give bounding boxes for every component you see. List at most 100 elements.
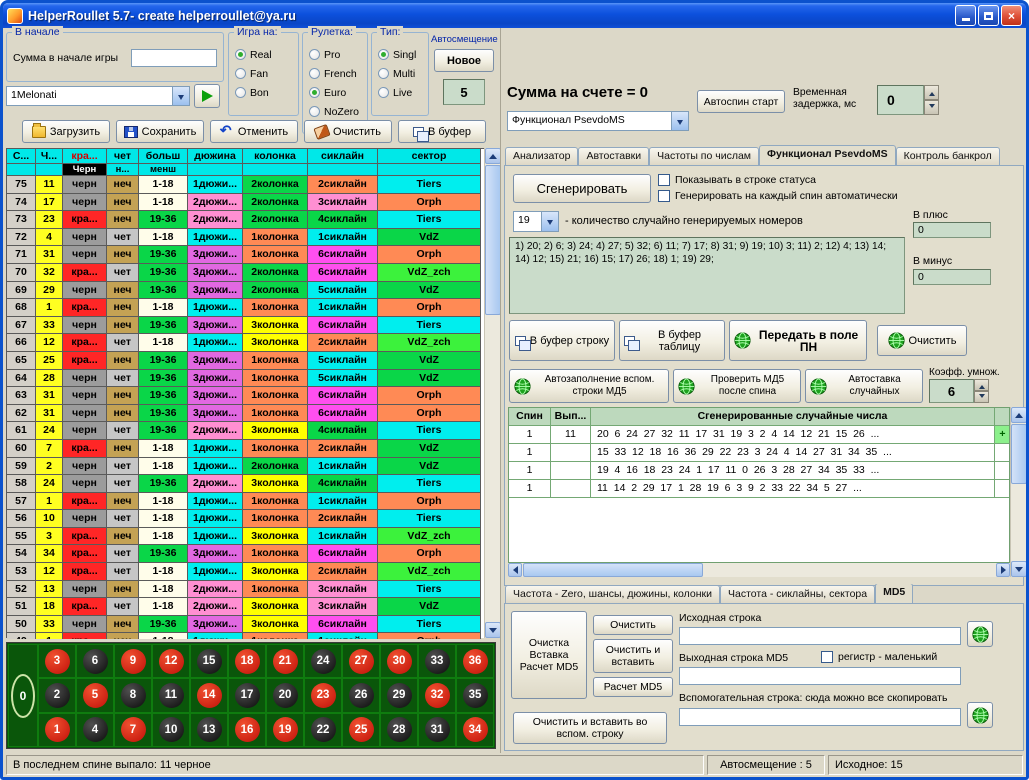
scroll-down-arrow[interactable] [1011,561,1027,577]
scroll-down-arrow[interactable] [485,622,501,638]
history-header-cell[interactable]: дюжина [188,149,243,164]
history-row[interactable]: 6428чернчет19-363дюжи...1колонка5сиклайн… [7,370,496,388]
history-row[interactable]: 7032кра...чет19-363дюжи...2колонка6сикла… [7,264,496,282]
combo-arrow-button[interactable] [172,87,189,105]
count-combo[interactable]: 19 [513,211,559,232]
radio-circle[interactable] [309,106,320,117]
board-cell-31[interactable]: 31 [418,713,456,747]
history-row[interactable]: 7131черннеч19-363дюжи...1колонка6сиклайн… [7,246,496,264]
autofill-md5-button[interactable]: Автозаполнение вспом. строки МД5 [509,369,669,403]
generated-table-vscrollbar[interactable] [1010,407,1026,577]
history-row[interactable]: 7323кра...неч19-362дюжи...2колонка4сикла… [7,211,496,229]
close-button[interactable]: × [1001,5,1022,26]
checkbox-autogenerate[interactable]: Генерировать на каждый спин автоматическ… [658,190,898,202]
checkbox-show-status[interactable]: Показывать в строке статуса [658,174,816,186]
radio-circle[interactable] [378,49,389,60]
freq-tab-3[interactable]: MD5 [875,584,913,603]
combo-arrow-button[interactable] [671,112,688,130]
checkbox-box[interactable] [658,174,670,186]
board-cell-17[interactable]: 17 [228,678,266,712]
scroll-thumb[interactable] [523,563,703,577]
freq-tab-2[interactable]: Частота - сиклайны, сектора [720,585,875,603]
board-cell-11[interactable]: 11 [152,678,190,712]
radio-circle[interactable] [235,49,246,60]
new-button[interactable]: Новое [434,49,494,72]
scroll-right-arrow[interactable] [996,563,1010,577]
radio-circle[interactable] [235,68,246,79]
radio-option-pro[interactable]: Pro [309,47,367,62]
history-subheader-cell[interactable] [36,164,63,176]
history-row[interactable]: 6124чернчет19-362дюжи...3колонка4сиклайн… [7,422,496,440]
md5-clear-paste-aux-button[interactable]: Очистить и вставить во вспом. строку [513,712,667,744]
history-row[interactable]: 6733черннеч19-363дюжи...3колонка6сиклайн… [7,317,496,335]
history-row[interactable]: 5033черннеч19-363дюжи...3колонка6сиклайн… [7,616,496,634]
history-row[interactable]: 5213черннеч1-182дюжи...1колонка3сиклайнT… [7,581,496,599]
md5-big-button[interactable]: Очистка Вставка Расчет MD5 [511,611,587,699]
board-cell-6[interactable]: 6 [76,644,114,678]
spin-up-button[interactable] [924,85,939,100]
transfer-button[interactable]: Передать в поле ПН [729,320,867,361]
preset-combo[interactable]: 1Melonati [6,86,190,106]
history-header-cell[interactable]: колонка [243,149,308,164]
radio-circle[interactable] [309,68,320,79]
history-row[interactable]: 5610чернчет1-181дюжи...1колонка2сиклайнT… [7,510,496,528]
gen-row[interactable]: 115 33 12 18 16 36 29 22 23 3 24 4 14 27… [509,444,1009,462]
history-subheader-cell[interactable]: Черн [63,164,107,176]
generated-table-hscrollbar[interactable] [508,563,1010,577]
board-cell-27[interactable]: 27 [342,644,380,678]
history-header-cell[interactable]: С... [7,149,36,164]
scroll-thumb[interactable] [485,165,501,315]
tab-4[interactable]: Функционал PsevdoMS [759,145,896,165]
board-cell-21[interactable]: 21 [266,644,304,678]
check-md5-button[interactable]: Проверить МД5 после спина [673,369,801,403]
scroll-left-arrow[interactable] [508,563,522,577]
minus-value[interactable]: 0 [913,269,991,285]
autospin-start-button[interactable]: Автоспин старт [697,90,785,113]
board-cell-34[interactable]: 34 [456,713,494,747]
history-subheader-cell[interactable] [378,164,481,176]
board-cell-33[interactable]: 33 [418,644,456,678]
board-cell-5[interactable]: 5 [76,678,114,712]
board-cell-30[interactable]: 30 [380,644,418,678]
md5-aux-globe-button[interactable] [967,702,993,728]
gen-row[interactable]: 111 14 2 29 17 1 28 19 6 3 9 2 33 22 34 … [509,480,1009,498]
board-cell-24[interactable]: 24 [304,644,342,678]
tab-1[interactable]: Анализатор [505,147,578,165]
spin-up-button[interactable] [974,379,989,391]
start-sum-input[interactable] [131,49,217,67]
history-subheader-cell[interactable] [243,164,308,176]
board-cell-13[interactable]: 13 [190,713,228,747]
board-cell-35[interactable]: 35 [456,678,494,712]
toolbar-undo-arrow-button[interactable]: Отменить [210,120,298,143]
board-cell-zero[interactable]: 0 [8,644,38,747]
md5-aux-input[interactable] [679,708,961,726]
history-scrollbar[interactable] [484,148,500,638]
board-cell-2[interactable]: 2 [38,678,76,712]
history-row[interactable]: 571кра...неч1-181дюжи...1колонка1сиклайн… [7,493,496,511]
board-cell-9[interactable]: 9 [114,644,152,678]
buffer-row-button[interactable]: В буфер строку [509,320,615,361]
history-row[interactable]: 7511черннеч1-181дюжи...2колонка2сиклайнT… [7,176,496,194]
radio-option-real[interactable]: Real [235,47,298,62]
board-cell-28[interactable]: 28 [380,713,418,747]
toolbar-save-disk-button[interactable]: Сохранить [116,120,204,143]
coefficient-value[interactable]: 6 [929,379,974,403]
history-header-cell[interactable]: кра... [63,149,107,164]
history-subheader-cell[interactable] [7,164,36,176]
board-cell-14[interactable]: 14 [190,678,228,712]
board-cell-7[interactable]: 7 [114,713,152,747]
freq-tab-1[interactable]: Частота - Zero, шансы, дюжины, колонки [505,585,720,603]
tab-5[interactable]: Контроль банкрол [896,147,1000,165]
checkbox-lowercase[interactable]: регистр - маленький [821,651,937,663]
board-cell-26[interactable]: 26 [342,678,380,712]
history-row[interactable]: 6612кра...чет1-181дюжи...3колонка2сиклай… [7,334,496,352]
history-table-body[interactable]: 7511черннеч1-181дюжи...2колонка2сиклайнT… [7,176,496,639]
radio-option-singl[interactable]: Singl [378,47,428,62]
radio-option-nozero[interactable]: NoZero [309,104,367,119]
md5-clear-paste-button[interactable]: Очистить и вставить [593,639,673,673]
board-cell-36[interactable]: 36 [456,644,494,678]
board-cell-22[interactable]: 22 [304,713,342,747]
board-cell-4[interactable]: 4 [76,713,114,747]
board-cell-32[interactable]: 32 [418,678,456,712]
history-row[interactable]: 5434кра...чет19-363дюжи...1колонка6сикла… [7,545,496,563]
